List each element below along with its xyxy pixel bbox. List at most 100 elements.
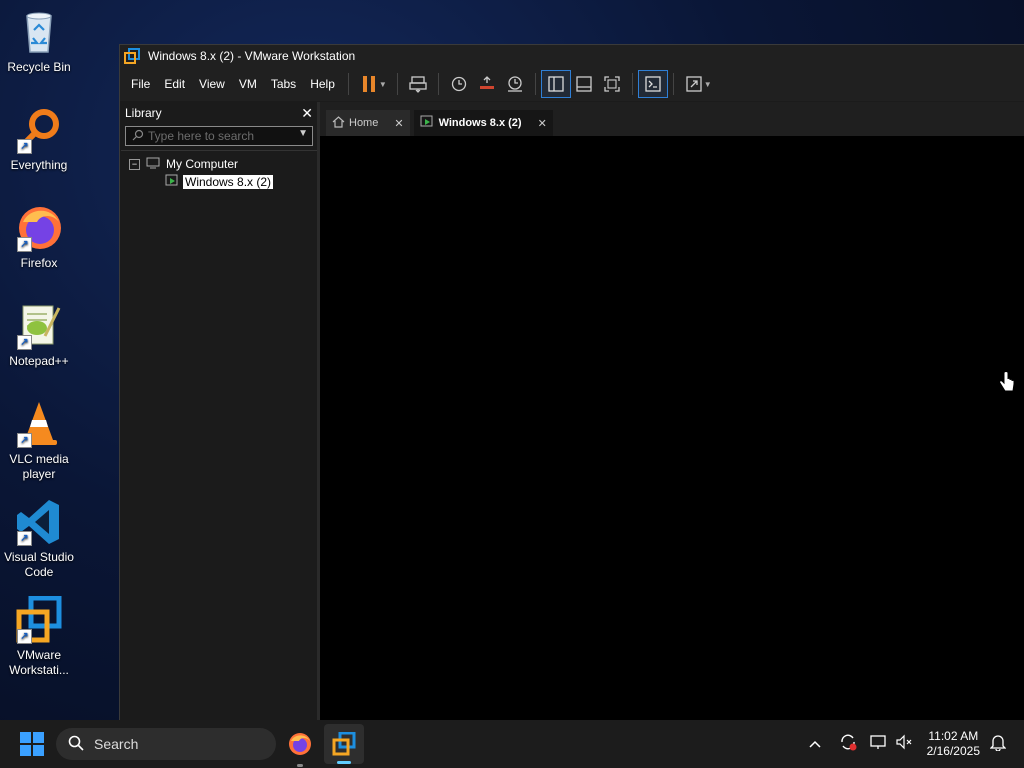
shortcut-arrow-icon: ↗ [17,531,32,546]
desktop-icon-vlc[interactable]: ↗ VLC media player [2,400,76,482]
everything-search-icon: ↗ [15,106,63,154]
menu-edit[interactable]: Edit [157,67,192,101]
library-search-field[interactable]: ▼ [125,126,313,146]
taskbar-active-indicator [337,761,351,764]
notification-bell-icon[interactable] [989,733,1007,756]
vlc-icon: ↗ [15,400,63,448]
revert-snapshot-button[interactable] [473,71,501,97]
taskbar-vmware-icon [332,731,356,761]
desktop-icon-label: VMware Workstati... [9,648,69,677]
start-windows-icon[interactable] [20,732,44,761]
tree-item-label: Windows 8.x (2) [183,175,274,189]
desktop-icon-vmware[interactable]: ↗ VMware Workstati... [2,595,76,678]
shortcut-arrow-icon: ↗ [17,629,32,644]
library-tree: − My Computer Windows 8.x (2) [121,150,317,191]
menu-view[interactable]: View [192,67,232,101]
clock-snapshot-icon [451,76,466,92]
full-screen-icon [604,76,620,92]
pause-icon [362,76,375,92]
desktop-icon-label: Firefox [20,256,58,270]
send-ctrl-alt-del-button[interactable] [404,71,432,97]
taskbar-search-box[interactable]: Search [56,728,276,760]
thumbnail-bar-button[interactable] [570,71,598,97]
vmware-workstation-icon: ↗ [15,595,63,644]
menu-tabs[interactable]: Tabs [264,67,303,101]
vmware-app-icon [124,48,140,64]
taskbar-firefox-indicator [297,764,303,767]
tab-label: Windows 8.x (2) [438,117,522,129]
show-library-button[interactable] [540,70,571,98]
library-panel-icon [548,76,564,92]
menubar-toolbar: File Edit View VM Tabs Help ▼ ▼ [120,67,1024,101]
recycle-bin-icon [15,8,63,56]
snapshot-manager-icon [507,76,522,92]
menu-help[interactable]: Help [303,67,342,101]
desktop-icon-everything[interactable]: ↗ Everything [2,106,76,173]
toolbar-separator [672,73,674,95]
tree-item-label: My Computer [166,157,239,171]
system-tray: 11:02 AM 2/16/2025 [809,720,1024,768]
firefox-icon: ↗ [15,204,63,252]
desktop-icon-label: Recycle Bin [7,60,71,74]
desktop-icon-notepad-plus-plus[interactable]: ↗ Notepad++ [2,302,76,369]
shortcut-arrow-icon: ↗ [17,335,32,350]
taskbar-search-label: Search [94,736,139,752]
toolbar-separator [631,73,633,95]
vm-console-display[interactable] [320,136,1024,721]
snapshot-button[interactable] [445,71,473,97]
library-title: Library [125,106,162,120]
taskbar-firefox-icon[interactable] [288,732,312,761]
home-icon [332,115,345,131]
show-hidden-icons-chevron-up-icon[interactable] [809,735,821,753]
collapse-icon[interactable]: − [129,158,140,170]
network-icon[interactable] [869,733,887,756]
taskbar-vmware-button[interactable] [324,724,364,764]
snapshot-manager-button[interactable] [501,71,529,97]
clock-time: 11:02 AM [928,729,979,743]
desktop-icon-label: VLC media player [9,452,69,481]
desktop-icon-recycle-bin[interactable]: Recycle Bin [2,8,76,75]
shortcut-arrow-icon: ↗ [17,433,32,448]
window-title: Windows 8.x (2) - VMware Workstation [148,49,356,63]
window-titlebar[interactable]: Windows 8.x (2) - VMware Workstation [120,45,1024,67]
menu-vm[interactable]: VM [232,67,264,101]
thumbnail-bar-icon [576,76,592,92]
tab-windows-8x-2[interactable]: Windows 8.x (2) ✕ [413,110,553,136]
notepad-plus-plus-icon: ↗ [15,302,63,350]
volume-muted-icon[interactable] [895,733,913,756]
search-icon [132,129,144,144]
vscode-icon: ↗ [15,498,63,546]
clock-date: 2/16/2025 [926,744,980,758]
close-tab-icon[interactable]: ✕ [394,117,403,130]
stretch-icon [686,76,702,92]
close-library-icon[interactable]: ✕ [301,105,313,122]
tree-item-vm[interactable]: Windows 8.x (2) [121,173,317,191]
close-tab-icon[interactable]: ✕ [538,117,547,130]
menu-file[interactable]: File [124,67,157,101]
keyboard-send-icon [409,76,427,93]
desktop-icon-label: Notepad++ [9,354,69,368]
desktop-icon-label: Everything [10,158,68,172]
toolbar-separator [534,73,536,95]
tab-label: Home [349,117,379,129]
search-icon [68,735,84,754]
console-view-button[interactable] [637,70,668,98]
tab-home[interactable]: Home ✕ [326,110,410,136]
tree-item-my-computer[interactable]: − My Computer [121,155,317,173]
search-dropdown-chevron-icon[interactable]: ▼ [298,128,308,139]
vm-content-area[interactable]: Home ✕ Windows 8.x (2) ✕ [320,102,1024,721]
desktop-icon-vscode[interactable]: ↗ Visual Studio Code [2,498,76,580]
computer-icon [146,157,160,172]
power-dropdown-chevron-icon[interactable]: ▼ [379,80,387,89]
vmware-window: Windows 8.x (2) - VMware Workstation Fil… [119,44,1024,721]
stretch-dropdown-chevron-icon[interactable]: ▼ [704,80,712,89]
vm-running-icon [420,115,435,131]
toolbar-separator [437,73,439,95]
tab-bar: Home ✕ Windows 8.x (2) ✕ [320,102,1024,136]
library-search-input[interactable] [144,129,278,143]
desktop-icon-firefox[interactable]: ↗ Firefox [2,204,76,271]
clock[interactable]: 11:02 AM 2/16/2025 [927,729,980,759]
shortcut-arrow-icon: ↗ [17,237,32,252]
sync-error-icon[interactable] [839,733,857,756]
full-screen-button[interactable] [598,71,626,97]
